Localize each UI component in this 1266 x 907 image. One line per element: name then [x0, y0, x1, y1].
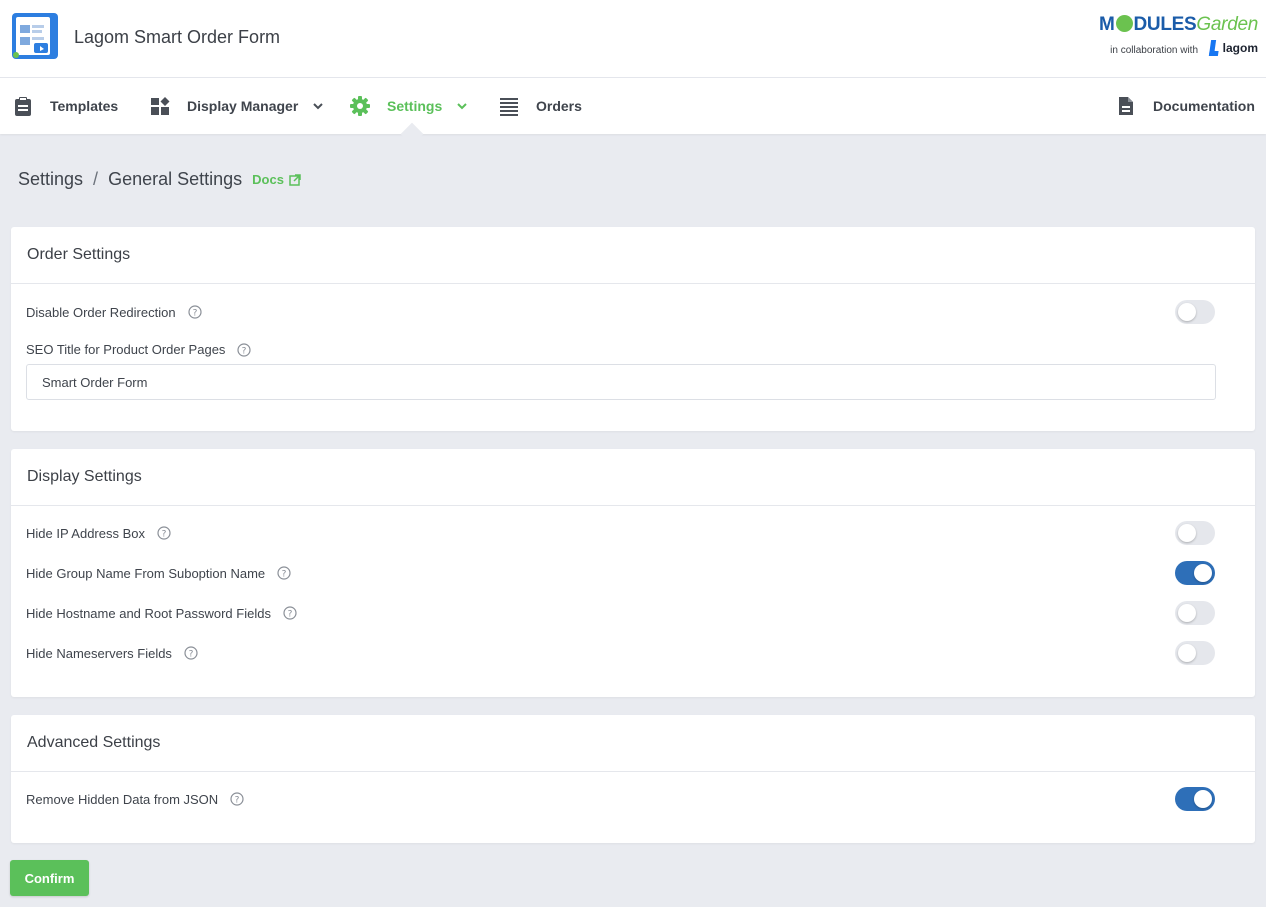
remove-hidden-data-toggle[interactable] [1175, 787, 1215, 811]
help-icon[interactable]: ? [230, 792, 244, 806]
hide-hostname-toggle[interactable] [1175, 601, 1215, 625]
list-icon [498, 95, 520, 117]
help-icon[interactable]: ? [187, 305, 202, 319]
breadcrumb-current: General Settings [108, 169, 243, 189]
external-link-icon [289, 173, 301, 186]
toggle-knob [1178, 524, 1196, 542]
display-settings-title: Display Settings [11, 449, 1255, 506]
svg-text:?: ? [288, 610, 293, 620]
help-icon[interactable]: ? [157, 526, 171, 540]
breadcrumb-separator: / [93, 169, 99, 189]
hide-hostname-row: Hide Hostname and Root Password Fields ? [26, 601, 1215, 625]
lagom-mark-icon [1208, 40, 1220, 56]
nav-templates[interactable]: Templates [12, 78, 118, 134]
lagom-text: lagom [1222, 41, 1258, 55]
brand-o-circle [1115, 15, 1133, 32]
hide-ip-address-row: Hide IP Address Box ? [26, 521, 1215, 545]
seo-title-label: SEO Title for Product Order Pages [26, 342, 226, 357]
hide-nameservers-row: Hide Nameservers Fields ? [26, 641, 1215, 665]
help-icon[interactable]: ? [184, 646, 198, 660]
chevron-down-icon [457, 103, 467, 110]
svg-text:?: ? [192, 309, 197, 319]
app-title: Lagom Smart Order Form [74, 27, 281, 47]
advanced-settings-title: Advanced Settings [11, 715, 1255, 772]
help-icon[interactable]: ? [237, 342, 252, 357]
disable-order-redirection-row: Disable Order Redirection ? [26, 300, 1215, 324]
remove-hidden-data-row: Remove Hidden Data from JSON ? [26, 787, 1215, 811]
toggle-knob [1178, 604, 1196, 622]
gear-icon [349, 95, 371, 117]
brand-part-m: M [1098, 14, 1115, 35]
hide-group-name-label: Hide Group Name From Suboption Name [26, 565, 266, 581]
nav-orders[interactable]: Orders [498, 78, 582, 134]
document-icon [1115, 95, 1137, 117]
order-settings-title: Order Settings [11, 227, 1255, 284]
advanced-settings-panel: Advanced Settings Remove Hidden Data fro… [11, 715, 1255, 843]
brand-part-dules: DULES [1133, 14, 1197, 35]
seo-title-label-row: SEO Title for Product Order Pages ? [26, 342, 252, 357]
chevron-down-icon [313, 103, 323, 110]
top-bar: Lagom Smart Order Form M DULESGarden in c… [0, 0, 1266, 78]
seo-title-input[interactable] [26, 364, 1216, 400]
nav-documentation-label: Documentation [1153, 98, 1255, 114]
widgets-icon [149, 95, 171, 117]
toggle-knob [1178, 303, 1196, 321]
display-settings-panel: Display Settings Hide IP Address Box ? H… [11, 449, 1255, 697]
help-icon[interactable]: ? [277, 566, 291, 580]
disable-order-redirection-toggle[interactable] [1175, 300, 1215, 324]
svg-text:?: ? [189, 650, 194, 660]
toggle-knob [1194, 790, 1212, 808]
lagom-logo: lagom [1208, 40, 1258, 56]
toggle-knob [1194, 564, 1212, 582]
hide-nameservers-label: Hide Nameservers Fields [26, 645, 172, 661]
svg-text:?: ? [282, 570, 287, 580]
toggle-knob [1178, 644, 1196, 662]
hide-hostname-label: Hide Hostname and Root Password Fields [26, 605, 271, 621]
svg-text:?: ? [162, 530, 167, 540]
brand-collab-text: in collaboration with [1110, 45, 1198, 56]
breadcrumb: Settings / General Settings Docs [18, 169, 301, 190]
docs-link-label: Docs [252, 172, 284, 187]
svg-text:?: ? [235, 796, 240, 806]
clipboard-icon [12, 95, 34, 117]
breadcrumb-root[interactable]: Settings [18, 169, 83, 190]
disable-order-redirection-label: Disable Order Redirection [26, 304, 176, 320]
nav-settings-label: Settings [387, 98, 443, 114]
confirm-button[interactable]: Confirm [10, 860, 89, 896]
hide-group-name-row: Hide Group Name From Suboption Name ? [26, 561, 1215, 585]
remove-hidden-data-label: Remove Hidden Data from JSON [26, 791, 219, 807]
nav-templates-label: Templates [50, 98, 119, 114]
help-icon[interactable]: ? [283, 606, 297, 620]
nav-documentation[interactable]: Documentation [1115, 78, 1255, 134]
docs-link[interactable]: Docs [252, 172, 301, 187]
hide-nameservers-toggle[interactable] [1175, 641, 1215, 665]
order-form-logo-icon [10, 13, 58, 61]
order-settings-panel: Order Settings Disable Order Redirection… [11, 227, 1255, 431]
hide-ip-address-label: Hide IP Address Box [26, 525, 145, 541]
modulesgarden-logo: M DULESGarden in collaboration with lagom [1098, 14, 1258, 62]
hide-group-name-toggle[interactable] [1175, 561, 1215, 585]
nav-display-manager[interactable]: Display Manager [149, 78, 324, 134]
brand-part-garden: Garden [1196, 14, 1258, 35]
main-nav: Templates Display Manager Settings Order… [0, 78, 1266, 134]
hide-ip-address-toggle[interactable] [1175, 521, 1215, 545]
nav-orders-label: Orders [536, 98, 582, 114]
svg-text:?: ? [242, 346, 247, 356]
nav-display-manager-label: Display Manager [187, 98, 299, 114]
brand-wordmark: M DULESGarden [1099, 14, 1258, 36]
